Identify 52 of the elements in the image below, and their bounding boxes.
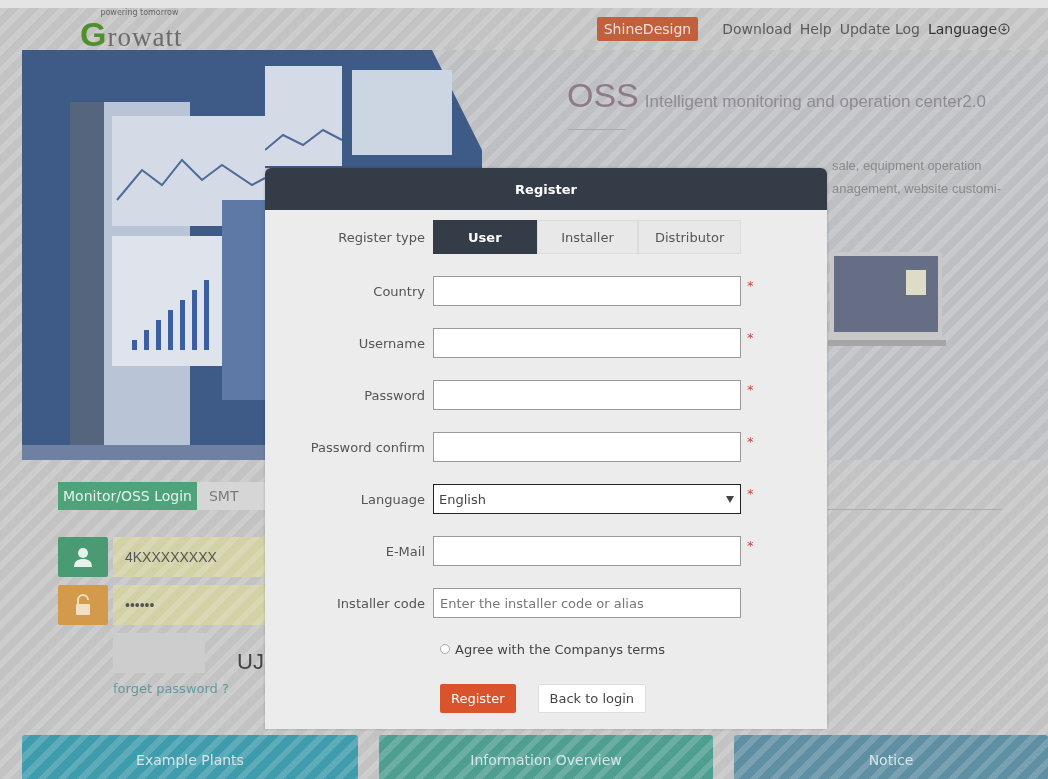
field-label: Username	[357, 335, 426, 351]
register-type-tab[interactable]: User	[433, 220, 537, 254]
register-button[interactable]: Register	[440, 684, 516, 713]
required-mark: *	[746, 538, 754, 553]
banner-text: anagement, website customi-	[832, 181, 1003, 196]
field-label: Password confirm	[309, 439, 426, 455]
agree-label: Agree with the Companys terms	[455, 641, 665, 657]
required-mark: *	[746, 330, 754, 345]
nav-link[interactable]: Update Log	[839, 21, 920, 37]
register-type-tab[interactable]: Installer	[536, 220, 639, 254]
banner-text: sale, equipment operation	[832, 158, 983, 173]
field-label: Password	[363, 387, 426, 403]
field-label: Installer code	[336, 595, 426, 611]
lock-icon	[58, 585, 108, 625]
login-tab[interactable]: Monitor/OSS Login	[58, 482, 197, 510]
captcha-text: UJ	[237, 649, 264, 675]
circle-down-icon	[998, 23, 1010, 35]
user-icon	[58, 537, 108, 577]
field-label: E-Mail	[384, 543, 426, 559]
password-field[interactable]: ••••••	[113, 585, 265, 625]
field-label: Language	[359, 491, 426, 507]
back-button[interactable]: Back to login	[537, 684, 647, 713]
nav-tile[interactable]: Example Plants	[22, 735, 358, 779]
input-field[interactable]	[433, 536, 741, 566]
input-field[interactable]: Enter the installer code or alias	[433, 588, 741, 618]
required-mark: *	[746, 434, 754, 449]
nav-tile[interactable]: Notice	[734, 735, 1048, 779]
nav-link[interactable]: Language	[927, 21, 1010, 37]
caret-icon	[726, 495, 734, 503]
field-label: Country	[372, 283, 426, 299]
logo-tagline: powering tomorrow	[100, 8, 179, 17]
nav-button[interactable]: ShineDesign	[596, 17, 699, 41]
required-mark: *	[746, 486, 754, 501]
language-select[interactable]: English	[433, 484, 741, 514]
nav-link[interactable]: Help	[799, 21, 832, 37]
required-mark: *	[746, 382, 754, 397]
input-field[interactable]	[433, 328, 741, 358]
dialog-title: Register	[265, 168, 827, 210]
nav-link[interactable]: Download	[722, 21, 792, 37]
banner-headline: Intelligent monitoring and operation center2.0	[644, 92, 986, 112]
agree-radio[interactable]	[440, 644, 450, 654]
input-field[interactable]	[433, 432, 741, 462]
banner-brand: OSS	[567, 76, 639, 115]
logo: Growatt	[80, 16, 183, 51]
required-mark: *	[746, 278, 754, 293]
input-field[interactable]	[433, 276, 741, 306]
username-field[interactable]: 4KXXXXXXXX	[113, 537, 265, 577]
register-type-tab[interactable]: Distributor	[638, 220, 741, 254]
nav-tile[interactable]: Information Overview	[379, 735, 713, 779]
login-tab[interactable]: SMT	[196, 482, 265, 510]
field-label: Register type	[337, 229, 426, 245]
input-field[interactable]	[433, 380, 741, 410]
